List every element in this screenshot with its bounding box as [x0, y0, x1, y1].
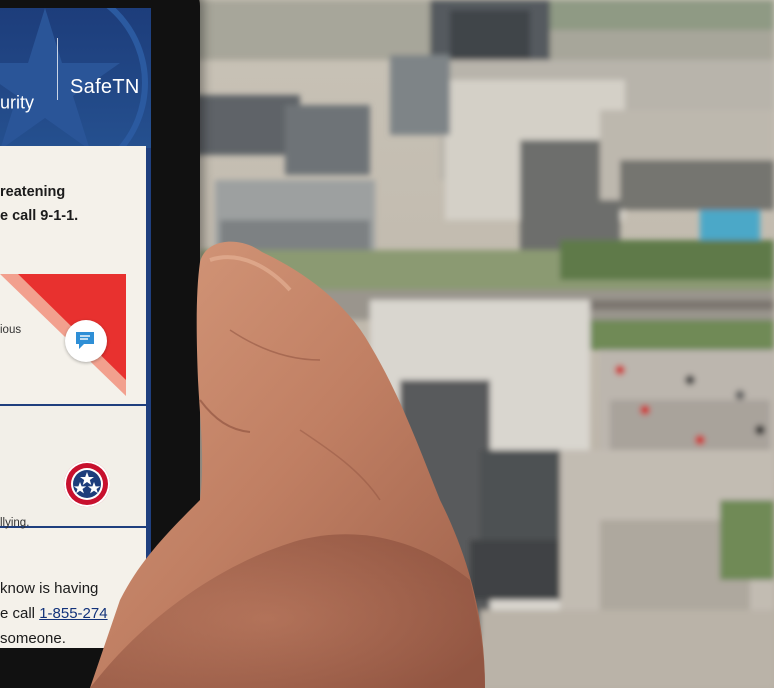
hand — [90, 241, 485, 688]
photo-scene: urity SafeTN reatening e call 9-1-1. iou… — [0, 0, 774, 688]
